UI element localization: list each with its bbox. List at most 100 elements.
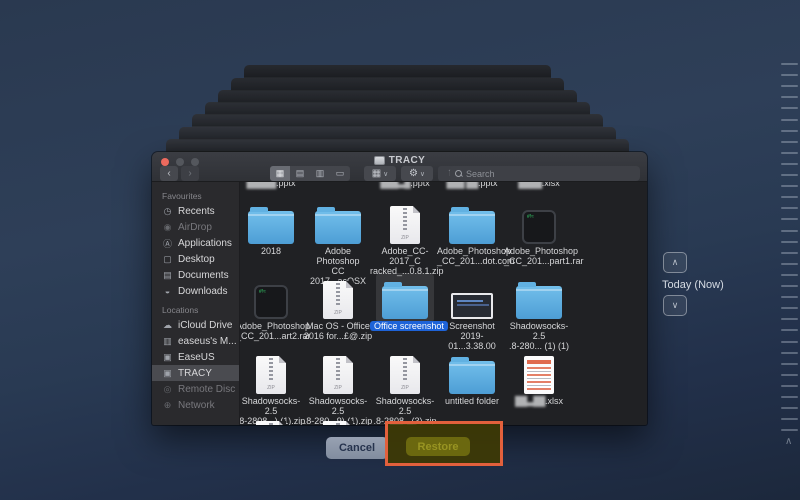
sidebar-item-documents[interactable]: ▤Documents <box>152 267 239 283</box>
timeline-tick[interactable] <box>781 263 798 265</box>
timeline-tick[interactable] <box>781 252 798 254</box>
sidebar-item-easeus[interactable]: ▣EaseUS <box>152 349 239 365</box>
file-item[interactable]: Office screenshot <box>370 275 440 331</box>
timeline-tick[interactable] <box>781 341 798 343</box>
back-button[interactable]: ‹ <box>160 166 178 181</box>
file-label-line: Adobe Photoshop <box>303 246 373 266</box>
sidebar-item-network[interactable]: ⊕Network <box>152 397 239 413</box>
file-item[interactable]: ███▃█.pptx <box>370 182 440 188</box>
chevron-down-icon: ∨ <box>420 170 425 178</box>
view-mode-segment[interactable]: ▦ ▤ ▥ ▭ <box>270 166 350 181</box>
group-icon: ▦ <box>372 168 381 179</box>
coverflow-view-button[interactable]: ▭ <box>330 166 350 181</box>
timeline-tick[interactable] <box>781 329 798 331</box>
timeline-tick[interactable] <box>781 407 798 409</box>
sidebar-item-remote-disc[interactable]: ◎Remote Disc <box>152 381 239 397</box>
icon-view-button[interactable]: ▦ <box>270 166 290 181</box>
timeline-tick[interactable] <box>781 196 798 198</box>
drive-icon <box>374 156 385 165</box>
file-icon-area: ZIP <box>303 275 373 321</box>
timeline-tick[interactable] <box>781 296 798 298</box>
timeline-tick[interactable] <box>781 152 798 154</box>
timeline-tick[interactable] <box>781 163 798 165</box>
sidebar-item-easeus-s-m-[interactable]: ▥easeus's M... <box>152 333 239 349</box>
sidebar-item-icloud-drive[interactable]: ☁iCloud Drive <box>152 317 239 333</box>
file-item[interactable]: ZIPShadowsocks-2.5.8-280...9) (1).zip <box>303 350 373 425</box>
file-item[interactable]: Shadowsocks-2.5.8-280... (1) (1) <box>504 275 574 351</box>
file-item[interactable]: #!≈Adobe_Photoshop_CC_201...part1.rar <box>504 200 574 266</box>
restore-button[interactable]: Restore <box>406 437 470 456</box>
file-item[interactable]: ZIP <box>303 415 373 425</box>
documents-icon: ▤ <box>162 270 173 281</box>
timeline-tick[interactable] <box>781 130 798 132</box>
timeline-tick[interactable] <box>781 374 798 376</box>
sidebar-item-airdrop[interactable]: ◉AirDrop <box>152 219 239 235</box>
file-icon-area <box>303 200 373 246</box>
file-label: Adobe_Photoshop_CC_201...dot.com <box>437 246 507 266</box>
file-item[interactable]: ███ ██.pptx <box>437 182 507 188</box>
timeline-back-button[interactable]: ∧ <box>663 252 687 273</box>
timeline-tick[interactable] <box>781 185 798 187</box>
sidebar-item-downloads[interactable]: ◒Downloads <box>152 283 239 299</box>
timeline-tick[interactable] <box>781 63 798 65</box>
file-item[interactable]: #!≈Adobe_Photoshop_CC_201...art2.rar <box>240 275 306 341</box>
timeline-tick[interactable] <box>781 429 798 431</box>
timeline-tick[interactable] <box>781 107 798 109</box>
file-item[interactable]: 2018 <box>240 200 306 256</box>
applications-icon: Ⓐ <box>162 237 173 250</box>
file-label: Shadowsocks-2.5.8-280... (1) (1) <box>504 321 574 351</box>
timeline-tick[interactable] <box>781 174 798 176</box>
screenshot-thumbnail-icon <box>451 293 493 319</box>
file-item[interactable]: ZIPMac OS - Office2016 for...£@.zip <box>303 275 373 341</box>
file-item[interactable]: ZIPShadowsocks-2.5.8-2808...(3).zip <box>370 350 440 425</box>
timeline-tick[interactable] <box>781 119 798 121</box>
timeline-tick[interactable] <box>781 396 798 398</box>
timeline-tick[interactable] <box>781 230 798 232</box>
file-label-line: Adobe_CC-2017_C <box>370 246 440 266</box>
timeline-tick[interactable] <box>781 96 798 98</box>
group-by-button[interactable]: ▦ ∨ <box>364 166 396 181</box>
timeline-tick[interactable] <box>781 218 798 220</box>
column-view-button[interactable]: ▥ <box>310 166 330 181</box>
timeline-tick[interactable] <box>781 141 798 143</box>
file-item[interactable]: ZIPAdobe_CC-2017_Cracked_...0.8.1.zip <box>370 200 440 276</box>
forward-button[interactable]: › <box>181 166 199 181</box>
sidebar-item-desktop[interactable]: ▢Desktop <box>152 251 239 267</box>
cancel-button[interactable]: Cancel <box>326 437 388 459</box>
timeline-tick[interactable] <box>781 418 798 420</box>
sidebar-item-tracy[interactable]: ▣TRACY <box>152 365 239 381</box>
sidebar-item-recents[interactable]: ◷Recents <box>152 203 239 219</box>
file-item[interactable]: █████.pptx <box>240 182 306 188</box>
timeline-tick[interactable] <box>781 74 798 76</box>
search-input[interactable]: Search <box>450 166 640 181</box>
timeline-tick[interactable] <box>781 274 798 276</box>
action-menu-button[interactable]: ⚙ ∨ <box>401 166 433 181</box>
timeline-tick[interactable] <box>781 352 798 354</box>
finder-toolbar: ‹ › ▦ ▤ ▥ ▭ ▦ ∨ ⚙ ∨ ⇧ ◇ <box>152 165 647 182</box>
file-label: ████.xlsx <box>504 182 574 188</box>
timeline-tick[interactable] <box>781 363 798 365</box>
file-item[interactable]: Adobe PhotoshopCC 2017...acOSX <box>303 200 373 286</box>
file-label: Mac OS - Office2016 for...£@.zip <box>303 321 373 341</box>
timeline-tick[interactable] <box>781 285 798 287</box>
timeline-tick[interactable] <box>781 207 798 209</box>
file-label: Adobe_CC-2017_Cracked_...0.8.1.zip <box>370 246 440 276</box>
restore-highlight-annotation: Restore <box>385 421 503 466</box>
sidebar-item-applications[interactable]: ⒶApplications <box>152 235 239 251</box>
sidebar-item-label: AirDrop <box>178 222 212 233</box>
file-item[interactable]: untitled folder <box>437 350 507 406</box>
file-item[interactable]: ZIP <box>240 415 306 425</box>
timeline-tick[interactable] <box>781 307 798 309</box>
file-item[interactable]: Adobe_Photoshop_CC_201...dot.com <box>437 200 507 266</box>
timeline-tick[interactable] <box>781 385 798 387</box>
timeline-tick[interactable] <box>781 85 798 87</box>
file-item[interactable]: ████.xlsx <box>504 182 574 188</box>
file-item[interactable]: Screenshot2019-01...3.38.00 <box>437 275 507 351</box>
file-label-line: Adobe_Photoshop <box>240 321 306 331</box>
timeline-forward-button[interactable]: ∨ <box>663 295 687 316</box>
file-item[interactable]: ██▃██.xlsx <box>504 350 574 406</box>
file-item[interactable]: ZIPShadowsocks-2.5.8-2808...) (1).zip <box>240 350 306 425</box>
timeline-tick[interactable] <box>781 318 798 320</box>
list-view-button[interactable]: ▤ <box>290 166 310 181</box>
timeline-tick[interactable] <box>781 241 798 243</box>
